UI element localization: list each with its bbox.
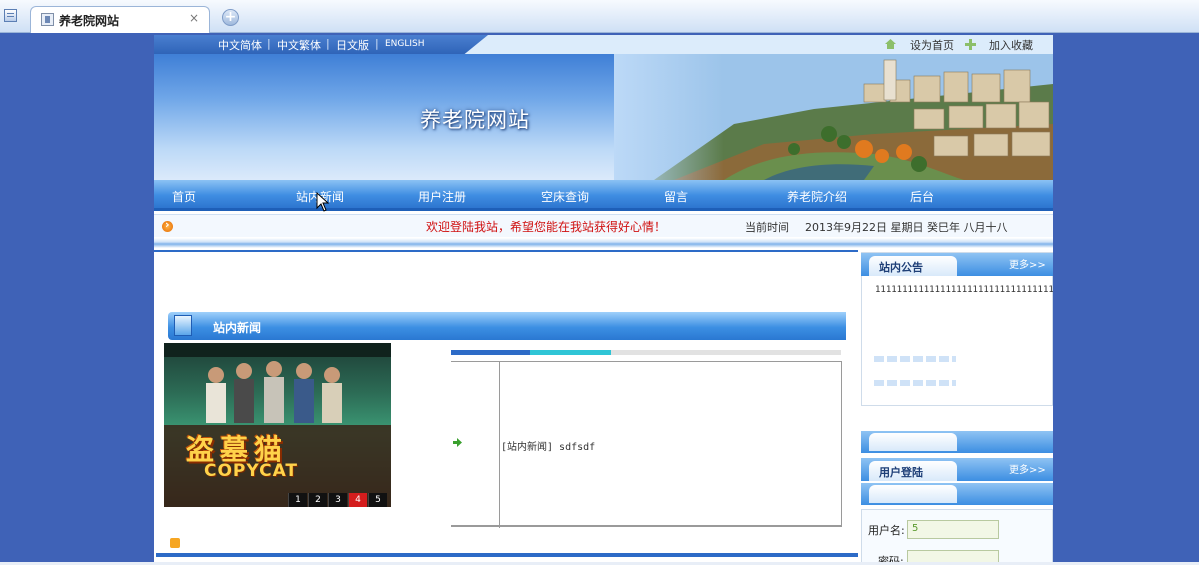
- username-field[interactable]: 5: [907, 520, 999, 539]
- welcome-message: 欢迎登陆我站，希望您能在我站获得好心情！: [426, 220, 667, 234]
- nav-about[interactable]: 养老院介绍: [787, 188, 847, 205]
- decorative-band: [861, 483, 1053, 505]
- site-title: 养老院网站: [420, 108, 530, 132]
- list-divider: [499, 362, 500, 528]
- notice-header: 站内公告 更多>>: [861, 253, 1053, 276]
- notice-text[interactable]: 11111111111111111111111111111111111: [875, 285, 1053, 295]
- divider-bar: [154, 238, 1053, 248]
- mouse-cursor-icon: [316, 192, 330, 212]
- list-divider: [451, 525, 842, 526]
- header-banner: 养老院网站: [154, 54, 1053, 180]
- main-top-line: [154, 250, 858, 252]
- decorative-stripes: [874, 356, 956, 362]
- welcome-bar: 欢迎登陆我站，希望您能在我站获得好心情！ 当前时间 2013年9月22日 星期日…: [154, 214, 1053, 237]
- news-section-header: 站内新闻: [168, 312, 846, 340]
- news-tab-2[interactable]: [530, 350, 611, 355]
- login-title: 用户登陆: [879, 466, 923, 479]
- time-value: 2013年9月22日 星期日 癸巳年 八月十八: [805, 221, 1008, 234]
- lang-separator: |: [326, 37, 330, 50]
- set-home-link[interactable]: 设为首页: [910, 37, 954, 53]
- nav-guestbook[interactable]: 留言: [664, 188, 688, 205]
- slide-page-4[interactable]: 4: [348, 493, 367, 507]
- lang-separator: |: [267, 37, 271, 50]
- lang-japanese-link[interactable]: 日文版: [336, 37, 369, 53]
- lang-english-link[interactable]: ENGLISH: [385, 39, 425, 49]
- nav-register[interactable]: 用户注册: [418, 188, 466, 205]
- notice-title: 站内公告: [879, 261, 923, 274]
- username-label: 用户名:: [868, 524, 905, 537]
- monitor-icon: [174, 315, 192, 336]
- news-tab-1[interactable]: [451, 350, 530, 355]
- favorite-icon: [965, 39, 976, 50]
- lang-traditional-link[interactable]: 中文繁体: [277, 37, 321, 53]
- main-bottom-line: [156, 553, 858, 557]
- decorative-tab: [869, 433, 957, 451]
- add-favorite-link[interactable]: 加入收藏: [989, 37, 1033, 53]
- page-favicon-icon: [41, 13, 54, 26]
- slide-page-1[interactable]: 1: [288, 493, 307, 507]
- time-label: 当前时间: [745, 221, 789, 234]
- tab-title: 养老院网站: [59, 14, 120, 28]
- news-list: [站内新闻] sdfsdf: [451, 361, 842, 528]
- lang-separator: |: [375, 37, 379, 50]
- poster-subtitle: COPYCAT: [204, 461, 299, 481]
- close-tab-icon[interactable]: ×: [189, 11, 199, 25]
- decorative-band: [861, 431, 1053, 453]
- slide-page-2[interactable]: 2: [308, 493, 327, 507]
- nav-admin[interactable]: 后台: [910, 188, 934, 205]
- decorative-tab: [869, 485, 957, 503]
- slide-page-5[interactable]: 5: [368, 493, 387, 507]
- green-arrow-icon: [453, 438, 462, 447]
- browser-tab[interactable]: 养老院网站 ×: [30, 6, 210, 33]
- rss-icon[interactable]: [170, 538, 180, 548]
- city-scene-image: [614, 54, 1053, 180]
- home-icon: [885, 39, 896, 49]
- poster-people-image: [164, 343, 391, 507]
- login-header: 用户登陆 更多>>: [861, 458, 1053, 481]
- news-slideshow[interactable]: 盗墓猫 COPYCAT 1 2 3 4 5: [164, 343, 391, 507]
- nav-bed-query[interactable]: 空床查询: [541, 188, 589, 205]
- notice-more-link[interactable]: 更多>>: [1009, 256, 1046, 271]
- browser-tab-strip: 养老院网站 × +: [0, 0, 1199, 33]
- language-bar: 中文简体 | 中文繁体 | 日文版 | ENGLISH: [154, 35, 488, 54]
- slide-page-3[interactable]: 3: [328, 493, 347, 507]
- arrow-bullet-icon: [162, 218, 173, 232]
- nav-home[interactable]: 首页: [172, 188, 196, 205]
- login-form: 用户名: 5 密码:: [861, 509, 1053, 565]
- main-nav: 首页 站内新闻 用户注册 空床查询 留言 养老院介绍 后台: [154, 180, 1053, 211]
- news-section-title: 站内新闻: [213, 321, 262, 335]
- new-tab-icon[interactable]: +: [222, 9, 239, 26]
- top-bar: 中文简体 | 中文繁体 | 日文版 | ENGLISH 设为首页 加入收藏: [154, 35, 1053, 54]
- tab-list-icon[interactable]: [4, 9, 17, 22]
- decorative-stripes: [874, 380, 956, 386]
- lang-simplified-link[interactable]: 中文简体: [218, 37, 262, 53]
- login-more-link[interactable]: 更多>>: [1009, 461, 1046, 476]
- web-page: 中文简体 | 中文繁体 | 日文版 | ENGLISH 设为首页 加入收藏 养老…: [154, 35, 1053, 565]
- news-tab-strip: [451, 350, 841, 355]
- news-list-item[interactable]: [站内新闻] sdfsdf: [501, 438, 595, 453]
